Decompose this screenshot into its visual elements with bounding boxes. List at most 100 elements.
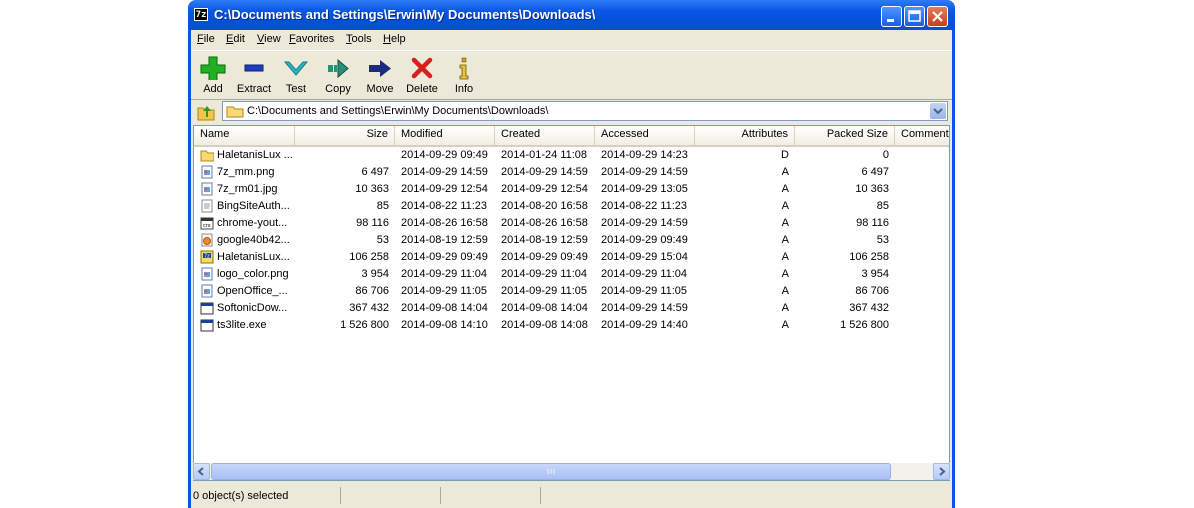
scroll-left-button[interactable] bbox=[193, 463, 210, 480]
file-size: 85 bbox=[376, 200, 389, 212]
address-dropdown-button[interactable] bbox=[930, 103, 946, 119]
chevron-right-icon bbox=[939, 467, 946, 476]
file-size: 6 497 bbox=[361, 166, 389, 178]
address-field[interactable]: C:\Documents and Settings\Erwin\My Docum… bbox=[222, 101, 948, 121]
file-size: 53 bbox=[376, 234, 389, 246]
file-packed: 367 432 bbox=[849, 302, 889, 314]
file-row[interactable]: logo_color.png 3 954 2014-09-29 11:04 2014-… bbox=[194, 266, 949, 283]
file-name: logo_color.png bbox=[217, 268, 289, 280]
menu-help[interactable]: Help bbox=[383, 33, 406, 45]
extract-button[interactable]: Extract bbox=[232, 54, 276, 98]
copy-button[interactable]: Copy bbox=[316, 54, 360, 98]
file-row[interactable]: OpenOffice_... 86 706 2014-09-29 11:05 2014… bbox=[194, 283, 949, 300]
file-attributes: A bbox=[781, 268, 789, 280]
file-name: OpenOffice_... bbox=[217, 285, 288, 297]
add-label: Add bbox=[203, 83, 223, 95]
html-file-icon bbox=[201, 233, 213, 247]
column-attributes[interactable]: Attributes bbox=[695, 126, 795, 145]
chevron-left-icon bbox=[197, 467, 204, 476]
column-packed-size[interactable]: Packed Size bbox=[795, 126, 895, 145]
file-accessed: 2014-09-29 09:49 bbox=[601, 234, 688, 246]
column-comment[interactable]: Comment bbox=[895, 126, 949, 145]
file-modified: 2014-09-29 09:49 bbox=[401, 149, 488, 161]
file-row[interactable]: HaletanisLux ... 2014-09-29 09:49 2014-01-… bbox=[194, 147, 949, 164]
menu-bar: File Edit View Favorites Tools Help bbox=[191, 30, 952, 49]
test-button[interactable]: Test bbox=[274, 54, 318, 98]
column-size[interactable]: Size bbox=[295, 126, 395, 145]
file-attributes: A bbox=[781, 319, 789, 331]
move-button[interactable]: Move bbox=[358, 54, 402, 98]
title-bar[interactable]: 7z C:\Documents and Settings\Erwin\My Do… bbox=[188, 0, 955, 30]
address-path: C:\Documents and Settings\Erwin\My Docum… bbox=[247, 105, 549, 117]
file-row[interactable]: 7z_mm.png 6 497 2014-09-29 14:59 2014-09-29… bbox=[194, 164, 949, 181]
exe-file-icon bbox=[200, 302, 214, 315]
file-packed: 53 bbox=[876, 234, 889, 246]
image-file-icon bbox=[201, 267, 213, 281]
file-attributes: D bbox=[781, 149, 789, 161]
delete-button[interactable]: Delete bbox=[400, 54, 444, 98]
file-modified: 2014-09-29 11:05 bbox=[401, 285, 488, 297]
status-panel-3 bbox=[441, 487, 541, 504]
file-created: 2014-09-08 14:08 bbox=[501, 319, 588, 331]
maximize-button[interactable] bbox=[904, 6, 925, 27]
folder-icon bbox=[200, 150, 214, 162]
menu-edit[interactable]: Edit bbox=[226, 33, 245, 45]
column-modified[interactable]: Modified bbox=[395, 126, 495, 145]
file-size: 86 706 bbox=[355, 285, 389, 297]
close-button[interactable] bbox=[927, 6, 948, 27]
column-accessed[interactable]: Accessed bbox=[595, 126, 695, 145]
file-row[interactable]: BingSiteAuth... 85 2014-08-22 11:23 2014-08… bbox=[194, 198, 949, 215]
file-created: 2014-09-29 14:59 bbox=[501, 166, 588, 178]
file-row[interactable]: crx chrome-yout... 98 116 2014-08-26 16:58 2… bbox=[194, 215, 949, 232]
file-name: 7z_mm.png bbox=[217, 166, 275, 178]
file-modified: 2014-08-26 16:58 bbox=[401, 217, 488, 229]
scroll-right-button[interactable] bbox=[933, 463, 950, 480]
chevron-down-icon bbox=[933, 108, 943, 115]
menu-tools[interactable]: Tools bbox=[346, 33, 372, 45]
file-name: HaletanisLux... bbox=[217, 251, 290, 263]
file-modified: 2014-09-08 14:10 bbox=[401, 319, 488, 331]
test-label: Test bbox=[285, 83, 307, 95]
file-row[interactable]: SoftonicDow... 367 432 2014-09-08 14:04 201… bbox=[194, 300, 949, 317]
delete-label: Delete bbox=[406, 83, 438, 95]
info-button[interactable]: Info bbox=[442, 54, 486, 98]
file-packed: 10 363 bbox=[855, 183, 889, 195]
minimize-button[interactable] bbox=[881, 6, 902, 27]
plus-icon bbox=[200, 56, 226, 80]
file-created: 2014-08-26 16:58 bbox=[501, 217, 588, 229]
file-attributes: A bbox=[781, 166, 789, 178]
file-name: ts3lite.exe bbox=[217, 319, 267, 331]
menu-file[interactable]: File bbox=[197, 33, 215, 45]
file-row[interactable]: google40b42... 53 2014-08-19 12:59 2014-08-… bbox=[194, 232, 949, 249]
folder-up-icon bbox=[197, 106, 215, 121]
column-name[interactable]: Name bbox=[194, 126, 295, 145]
file-created: 2014-09-29 12:54 bbox=[501, 183, 588, 195]
file-name: chrome-yout... bbox=[217, 217, 288, 229]
file-accessed: 2014-09-29 11:04 bbox=[601, 268, 688, 280]
up-folder-button[interactable] bbox=[196, 103, 216, 121]
file-attributes: A bbox=[781, 285, 789, 297]
horizontal-scrollbar[interactable] bbox=[193, 463, 950, 480]
menu-favorites[interactable]: Favorites bbox=[289, 33, 334, 45]
file-created: 2014-01-24 11:08 bbox=[501, 149, 588, 161]
file-name: SoftonicDow... bbox=[217, 302, 288, 314]
file-accessed: 2014-09-29 11:05 bbox=[601, 285, 688, 297]
file-size: 1 526 800 bbox=[340, 319, 389, 331]
status-panel-4 bbox=[541, 487, 950, 504]
file-row[interactable]: 7z HaletanisLux... 106 258 2014-09-29 09:49… bbox=[194, 249, 949, 266]
column-created[interactable]: Created bbox=[495, 126, 595, 145]
checkmark-icon bbox=[283, 61, 309, 76]
scroll-thumb[interactable] bbox=[211, 463, 891, 480]
info-icon bbox=[459, 57, 469, 80]
file-list[interactable]: Name Size Modified Created Accessed Attr… bbox=[193, 125, 950, 481]
add-button[interactable]: Add bbox=[191, 54, 235, 98]
image-file-icon bbox=[201, 284, 213, 298]
toolbar: Add Extract Test Copy Move Delete Info bbox=[191, 50, 952, 100]
info-label: Info bbox=[454, 83, 474, 95]
menu-view[interactable]: View bbox=[257, 33, 281, 45]
file-modified: 2014-09-29 14:59 bbox=[401, 166, 488, 178]
file-row[interactable]: 7z_rm01.jpg 10 363 2014-09-29 12:54 2014-09… bbox=[194, 181, 949, 198]
archive-file-icon: 7z bbox=[200, 250, 214, 264]
extract-label: Extract bbox=[236, 83, 272, 95]
file-row[interactable]: ts3lite.exe 1 526 800 2014-09-08 14:10 2014… bbox=[194, 317, 949, 334]
